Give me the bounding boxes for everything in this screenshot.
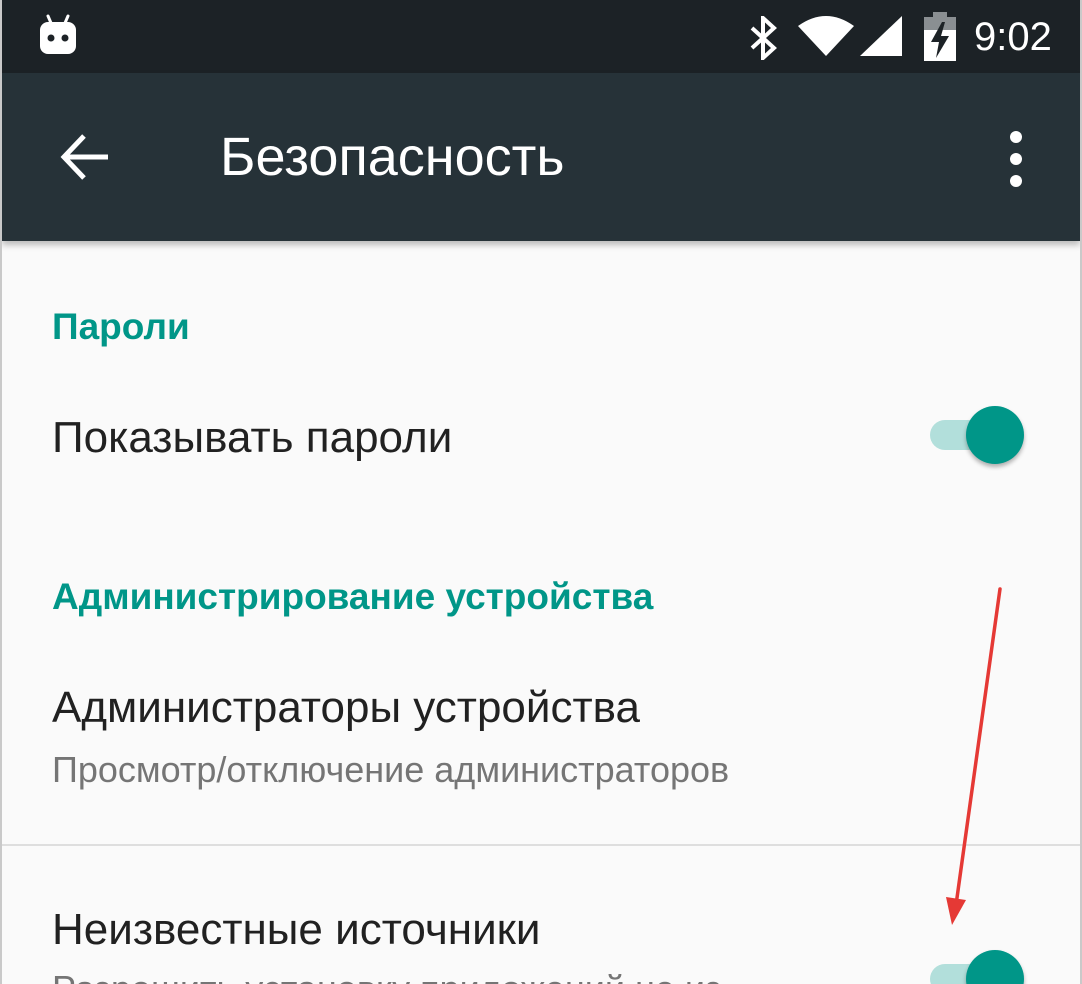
overflow-menu-button[interactable] <box>986 121 1046 197</box>
show-passwords-switch[interactable] <box>930 403 1026 467</box>
status-bar: 9:02 <box>2 0 1080 73</box>
annotation-arrow-icon <box>946 587 1002 925</box>
pref-summary: Разрешить установку приложений не из <box>52 967 721 984</box>
switch-thumb <box>966 950 1024 984</box>
section-header-passwords: Пароли <box>52 306 190 347</box>
page-title: Безопасность <box>220 127 565 187</box>
pref-device-administrators[interactable]: Администраторы устройства Просмотр/отклю… <box>2 641 1080 841</box>
arrow-back-icon <box>60 134 108 180</box>
status-time: 9:02 <box>974 15 1052 59</box>
pref-show-passwords[interactable]: Показывать пароли <box>2 371 1080 501</box>
back-button[interactable] <box>46 117 126 197</box>
signal-icon <box>860 16 902 56</box>
section-header-device-admin: Администрирование устройства <box>52 576 654 617</box>
switch-thumb <box>966 406 1024 464</box>
app-bar: Безопасность <box>2 73 1080 241</box>
pref-title: Администраторы устройства <box>52 683 640 732</box>
bluetooth-icon <box>750 16 777 60</box>
pref-title: Неизвестные источники <box>52 905 541 954</box>
android-icon <box>40 14 76 54</box>
pref-summary: Просмотр/отключение администраторов <box>52 749 730 790</box>
unknown-sources-switch[interactable] <box>930 947 1026 984</box>
wifi-icon <box>798 16 854 56</box>
more-vert-icon <box>1010 131 1022 187</box>
preferences-list: Пароли Показывать пароли Администрирован… <box>2 241 1080 984</box>
battery-charging-icon <box>924 12 956 61</box>
pref-title: Показывать пароли <box>52 413 453 462</box>
divider <box>2 844 1080 846</box>
security-settings-screen: 9:02 Безопасность Пароли Показывать паро… <box>0 0 1082 984</box>
pref-unknown-sources[interactable]: Неизвестные источники Разрешить установк… <box>2 847 1080 984</box>
